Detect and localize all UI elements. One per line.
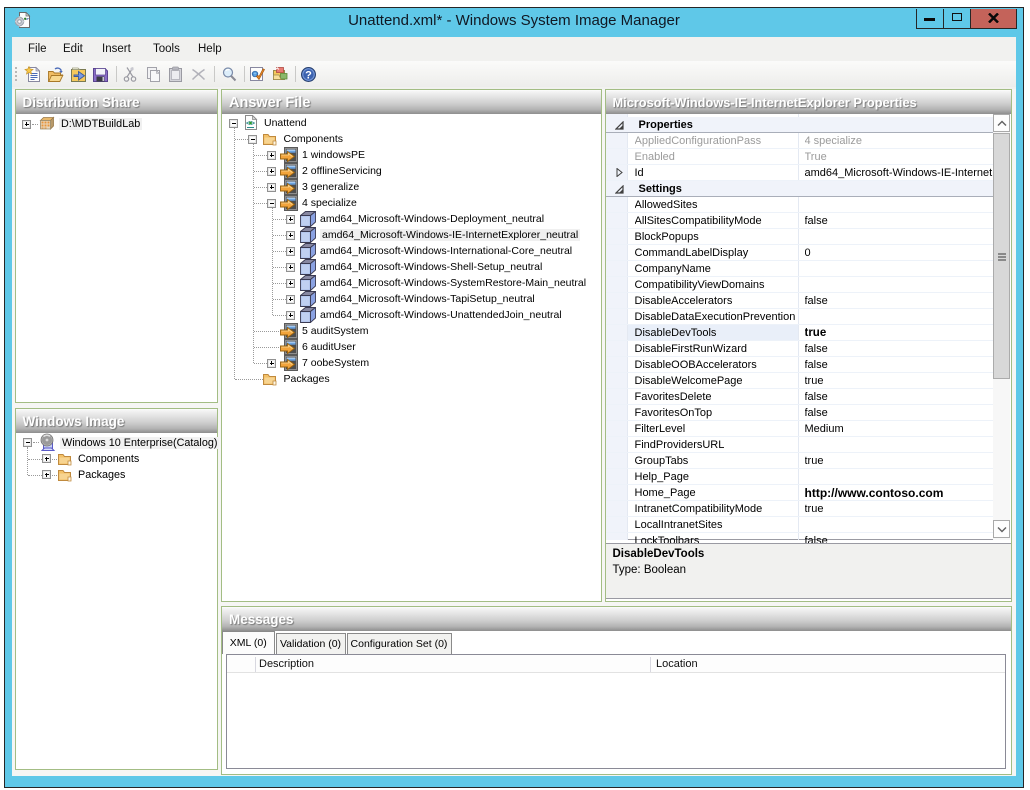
svg-text:?: ? (305, 70, 312, 82)
